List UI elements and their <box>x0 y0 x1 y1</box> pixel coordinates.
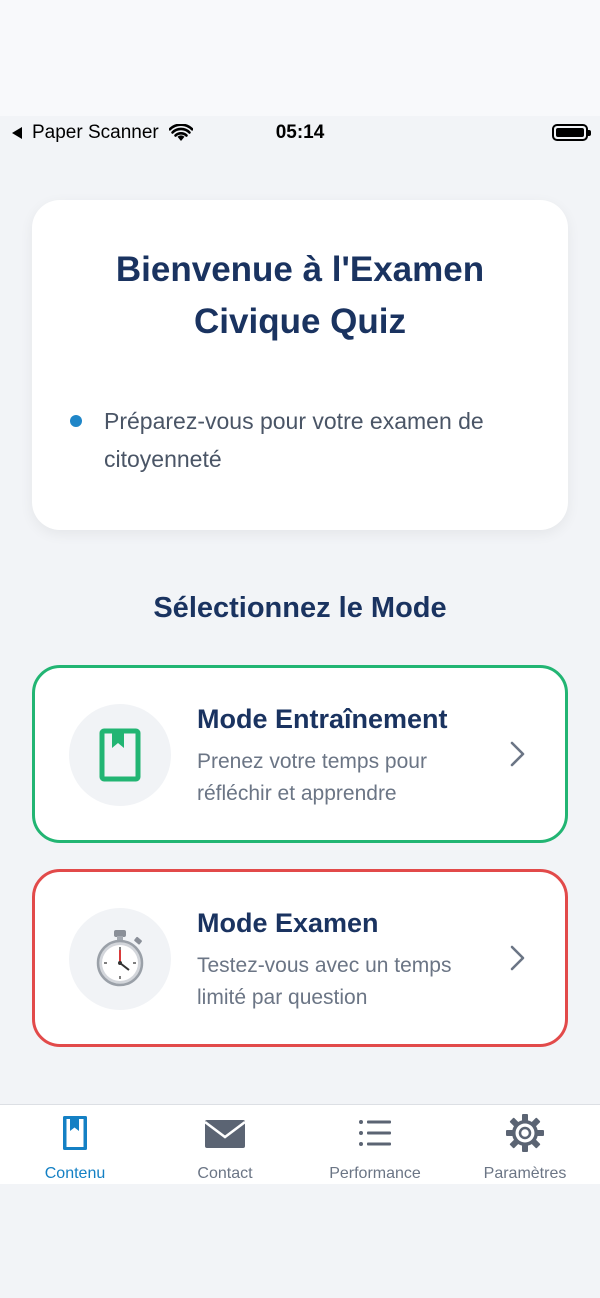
welcome-bullet: Préparez-vous pour votre examen de citoy… <box>70 402 540 478</box>
top-blank-area <box>0 0 600 116</box>
stopwatch-icon <box>96 930 144 987</box>
tab-contact-label: Contact <box>197 1165 253 1182</box>
training-mode-card[interactable]: Mode Entraînement Prenez votre temps pou… <box>32 665 568 843</box>
training-mode-description: Prenez votre temps pour réfléchir et app… <box>197 750 427 805</box>
bottom-blank-area <box>0 1184 600 1298</box>
exam-mode-title: Mode Examen <box>197 908 379 938</box>
tab-parametres[interactable]: Paramètres <box>450 1105 600 1185</box>
section-title: Sélectionnez le Mode <box>153 592 447 624</box>
gear-icon <box>506 1114 544 1152</box>
list-icon <box>359 1120 391 1146</box>
tab-contenu-label: Contenu <box>44 1165 106 1182</box>
chevron-right-icon <box>510 945 525 971</box>
tab-performance-label: Performance <box>329 1165 421 1182</box>
book-icon <box>63 1116 87 1150</box>
exam-mode-description: Testez-vous avec un temps limité par que… <box>197 954 452 1009</box>
welcome-card: Bienvenue à l'Examen Civique Quiz Prépar… <box>32 200 568 530</box>
bookmark-book-icon <box>99 728 141 782</box>
tab-contenu[interactable]: Contenu <box>0 1105 150 1185</box>
welcome-title-line-1: Bienvenue à l'Examen <box>115 250 485 289</box>
welcome-title: Bienvenue à l'Examen Civique Quiz <box>32 244 568 348</box>
clock: 05:14 <box>275 122 325 143</box>
exam-mode-icon-circle <box>69 908 171 1010</box>
welcome-bullet-text: Préparez-vous pour votre examen de citoy… <box>104 408 484 472</box>
status-bar: Paper Scanner 05:14 <box>0 116 600 148</box>
training-mode-title: Mode Entraînement <box>197 704 448 734</box>
tab-contact[interactable]: Contact <box>150 1105 300 1185</box>
training-mode-icon-circle <box>69 704 171 806</box>
welcome-title-line-2: Civique Quiz <box>194 302 406 341</box>
tab-parametres-label: Paramètres <box>483 1165 567 1182</box>
tab-performance[interactable]: Performance <box>300 1105 450 1185</box>
tab-bar: Contenu Contact Performance Paramètres <box>0 1104 600 1184</box>
envelope-icon <box>205 1120 245 1148</box>
bullet-dot-icon <box>70 415 82 427</box>
app-screen: Paper Scanner 05:14 Bienvenue à l'Examen… <box>0 0 600 1298</box>
battery-icon <box>552 124 591 141</box>
exam-mode-card[interactable]: Mode Examen Testez-vous avec un temps li… <box>32 869 568 1047</box>
chevron-right-icon <box>510 741 525 767</box>
